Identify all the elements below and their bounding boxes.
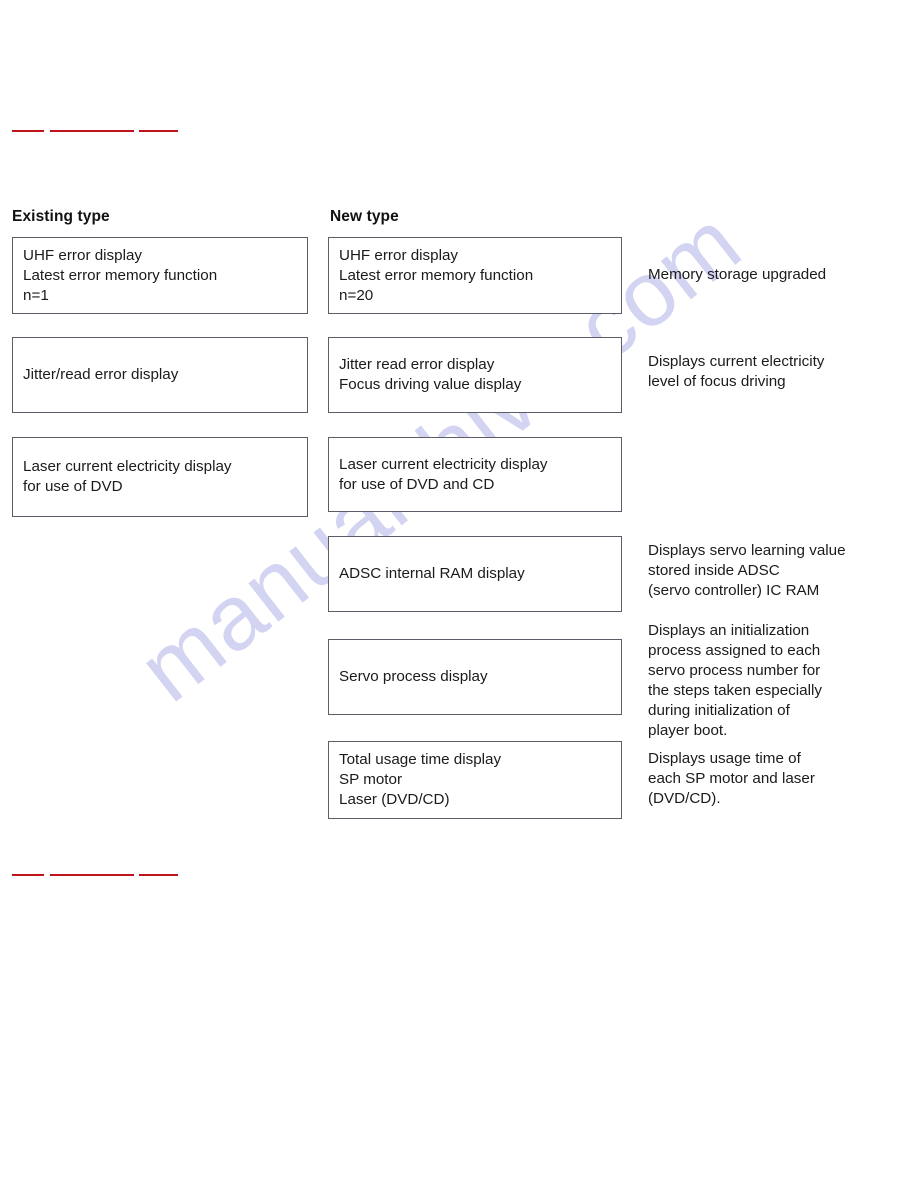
box-text-block: Servo process display — [329, 667, 621, 687]
box-text-block: Laser current electricity display for use… — [13, 457, 307, 497]
red-rule-segment-top-2 — [139, 130, 178, 132]
note-text-line: Displays an initialization — [648, 622, 810, 639]
new-type-box-4: ADSC internal RAM display — [328, 536, 622, 612]
box-text-line: ADSC internal RAM display — [339, 565, 525, 582]
box-text-line: Total usage time display — [339, 751, 502, 768]
note-text-line: Displays usage time of — [648, 750, 801, 767]
existing-type-box-2: Jitter/read error display — [12, 337, 308, 413]
note-text-line: Memory storage upgraded — [648, 266, 827, 283]
description-note-5: Displays an initialization process assign… — [648, 621, 822, 741]
note-text-line: stored inside ADSC — [648, 562, 780, 579]
red-rule-segment-bottom-0 — [12, 874, 44, 876]
document-page: manualshive.com Existing typeNew typeUHF… — [0, 0, 918, 1188]
description-note-1: Memory storage upgraded — [648, 265, 826, 285]
note-text-line: servo process number for — [648, 662, 821, 679]
box-text-line: n=20 — [339, 286, 374, 304]
box-text-line: UHF error display — [23, 246, 142, 264]
existing-type-box-3: Laser current electricity display for use… — [12, 437, 308, 517]
red-rule-segment-bottom-1 — [50, 874, 134, 876]
note-text-line: level of focus driving — [648, 373, 786, 390]
description-note-4: Displays servo learning value stored insi… — [648, 541, 846, 601]
box-text-line: Jitter read error display — [339, 356, 495, 373]
box-text-block: Total usage time display SP motor Laser (D… — [329, 750, 621, 810]
new-type-box-3: Laser current electricity display for use… — [328, 437, 622, 512]
box-text-line: Laser current electricity display — [23, 458, 232, 475]
new-type-box-6: Total usage time display SP motor Laser (D… — [328, 741, 622, 819]
column-heading-existing-type: Existing type — [12, 208, 110, 225]
note-text-line: (DVD/CD). — [648, 790, 721, 807]
note-text-line: during initialization of — [648, 702, 790, 719]
box-text-line: Laser current electricity display — [339, 455, 548, 473]
box-text-line: UHF error display — [339, 246, 458, 264]
box-text-line: Latest error memory function — [23, 266, 218, 284]
note-text-line: player boot. — [648, 722, 728, 739]
box-text-line: for use of DVD and CD — [339, 475, 495, 493]
box-text-line: Latest error memory function — [339, 266, 534, 284]
description-note-6: Displays usage time of each SP motor and … — [648, 749, 815, 809]
box-text-block: Jitter read error display Focus driving v… — [329, 355, 621, 395]
box-text-block: UHF error display Latest error memory fun… — [329, 246, 621, 306]
column-heading-new-type: New type — [330, 208, 399, 225]
red-rule-segment-top-1 — [50, 130, 134, 132]
box-text-block: ADSC internal RAM display — [329, 564, 621, 584]
note-text-line: Displays current electricity — [648, 353, 825, 370]
note-text-line: each SP motor and laser — [648, 770, 815, 787]
box-text-line: n=1 — [23, 286, 49, 304]
box-text-block: Laser current electricity display for use… — [329, 455, 621, 495]
note-text-line: the steps taken especially — [648, 682, 822, 699]
new-type-box-5: Servo process display — [328, 639, 622, 715]
box-text-block: UHF error display Latest error memory fun… — [13, 246, 307, 306]
box-text-line: SP motor — [339, 771, 403, 788]
red-rule-segment-bottom-2 — [139, 874, 178, 876]
note-text-line: (servo controller) IC RAM — [648, 582, 820, 599]
box-text-line: Focus driving value display — [339, 376, 522, 393]
new-type-box-2: Jitter read error display Focus driving v… — [328, 337, 622, 413]
box-text-line: Laser (DVD/CD) — [339, 791, 450, 808]
box-text-line: Jitter/read error display — [23, 366, 179, 383]
new-type-box-1: UHF error display Latest error memory fun… — [328, 237, 622, 314]
note-text-line: Displays servo learning value — [648, 542, 846, 559]
note-text-line: process assigned to each — [648, 642, 821, 659]
description-note-2: Displays current electricity level of foc… — [648, 352, 824, 392]
box-text-line: for use of DVD — [23, 478, 123, 495]
box-text-line: Servo process display — [339, 668, 488, 685]
box-text-block: Jitter/read error display — [13, 365, 307, 385]
existing-type-box-1: UHF error display Latest error memory fun… — [12, 237, 308, 314]
red-rule-segment-top-0 — [12, 130, 44, 132]
